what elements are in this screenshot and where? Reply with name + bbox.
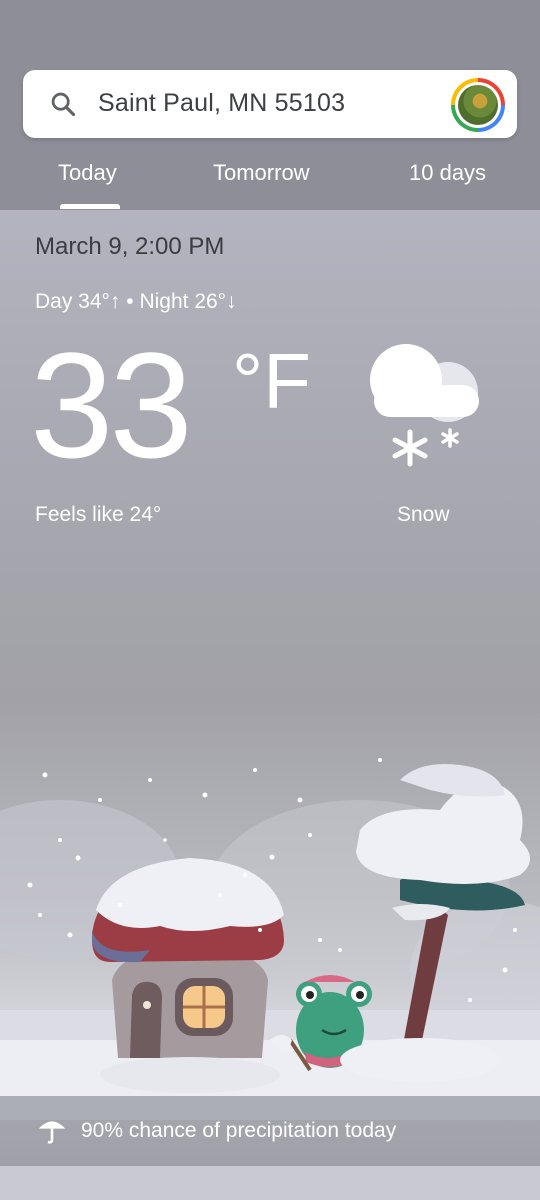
temperature-unit[interactable]: °F	[232, 342, 311, 420]
tab-10-days[interactable]: 10 days	[409, 160, 486, 186]
avatar[interactable]	[451, 78, 505, 132]
snow-cloud-icon	[370, 344, 479, 467]
umbrella-icon	[38, 1121, 66, 1144]
tab-bar: Today Tomorrow 10 days	[0, 150, 540, 210]
tab-today[interactable]: Today	[58, 160, 117, 186]
tab-tomorrow[interactable]: Tomorrow	[213, 160, 310, 186]
precipitation-text: 90% chance of precipitation today	[81, 1119, 397, 1142]
current-temperature: 33	[30, 321, 193, 489]
day-night-temps: Day 34°↑ • Night 26°↓	[35, 290, 237, 313]
search-icon[interactable]	[49, 90, 77, 118]
condition-label: Snow	[397, 503, 450, 526]
feels-like: Feels like 24°	[35, 503, 162, 526]
active-tab-indicator	[60, 204, 120, 209]
weather-app: Saint Paul, MN 55103 Today Tomorrow 10 d…	[0, 0, 540, 1200]
search-bar[interactable]: Saint Paul, MN 55103	[23, 70, 517, 138]
date-time: March 9, 2:00 PM	[35, 233, 225, 260]
search-input[interactable]: Saint Paul, MN 55103	[98, 89, 345, 118]
top-bar: Saint Paul, MN 55103 Today Tomorrow 10 d…	[0, 0, 540, 210]
precipitation-bar: 90% chance of precipitation today	[0, 1096, 540, 1166]
bottom-strip	[0, 1166, 540, 1200]
snow-scene-illustration	[0, 758, 540, 1120]
avatar-photo	[458, 85, 498, 125]
